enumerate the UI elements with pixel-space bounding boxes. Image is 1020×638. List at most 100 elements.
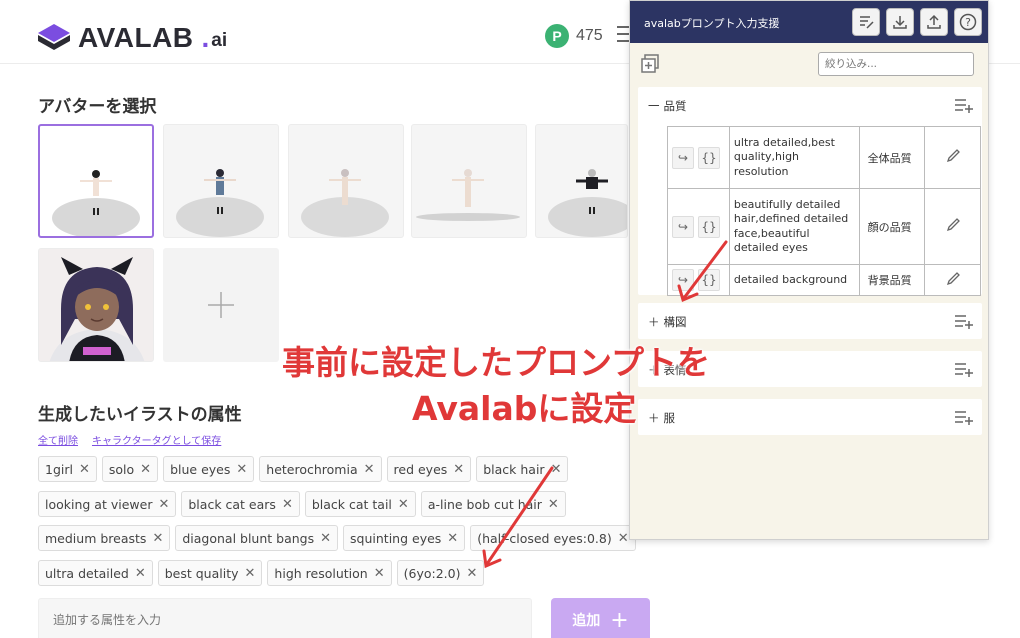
- prompt-table: ↪ {} ultra detailed,best quality,high re…: [667, 126, 981, 296]
- remove-tag-icon[interactable]: ✕: [135, 566, 146, 581]
- add-prompt-icon[interactable]: [954, 361, 974, 377]
- prompt-name: 顔の品質: [858, 188, 926, 265]
- remove-tag-icon[interactable]: ✕: [618, 531, 629, 546]
- prompt-row: ↪ {} detailed background 背景品質: [667, 264, 981, 296]
- avatar-tile-1[interactable]: [38, 124, 154, 238]
- tag-row-3: medium breasts ✕ diagonal blunt bangs ✕ sq…: [38, 525, 636, 551]
- attribute-tag: black cat ears ✕: [181, 491, 300, 517]
- remove-tag-icon[interactable]: ✕: [374, 566, 385, 581]
- remove-tag-icon[interactable]: ✕: [79, 462, 90, 477]
- hamburger-menu-icon[interactable]: [617, 26, 629, 44]
- add-category-icon[interactable]: [640, 54, 660, 74]
- avatar-model-3: [301, 169, 389, 237]
- attribute-tag: looking at viewer ✕: [38, 491, 177, 517]
- avatar-model-2: [176, 169, 264, 237]
- pencil-icon[interactable]: [945, 217, 961, 233]
- download-button[interactable]: [886, 8, 914, 36]
- panel-title: avalabプロンプト入力支援: [644, 17, 780, 30]
- avatar-tile-4[interactable]: [411, 124, 527, 238]
- remove-tag-icon[interactable]: ✕: [158, 497, 169, 512]
- remove-tag-icon[interactable]: ✕: [453, 462, 464, 477]
- tag-row-1: 1girl ✕ solo ✕ blue eyes ✕ heterochromia ✕ r…: [38, 456, 569, 482]
- avatar-model-5: [548, 169, 627, 237]
- attribute-tag: best quality ✕: [157, 560, 263, 586]
- attribute-tag: black hair ✕: [476, 456, 569, 482]
- avatar-tile-2[interactable]: [163, 124, 279, 238]
- braces-icon[interactable]: {}: [698, 146, 720, 169]
- upload-button[interactable]: [920, 8, 948, 36]
- plus-icon: [208, 292, 234, 318]
- attribute-input[interactable]: [38, 598, 532, 638]
- prompt-text: beautifully detailed hair,defined detail…: [728, 188, 860, 265]
- add-avatar-button[interactable]: [163, 248, 279, 362]
- add-prompt-icon[interactable]: [954, 97, 974, 113]
- attribute-tag: high resolution ✕: [267, 560, 392, 586]
- remove-tag-icon[interactable]: ✕: [466, 566, 477, 581]
- help-button[interactable]: ?: [954, 8, 982, 36]
- category-toggle-quality[interactable]: 一品質: [648, 98, 687, 114]
- attribute-tag: (half-closed eyes:0.8) ✕: [470, 525, 636, 551]
- remove-tag-icon[interactable]: ✕: [140, 462, 151, 477]
- category-toggle-clothes[interactable]: ＋服: [648, 410, 675, 426]
- attribute-tag: medium breasts ✕: [38, 525, 171, 551]
- tag-row-4: ultra detailed ✕ best quality ✕ high resol…: [38, 560, 485, 586]
- filter-input[interactable]: [818, 52, 974, 76]
- avatar-tile-character[interactable]: [38, 248, 154, 362]
- avatar-tile-3[interactable]: [288, 124, 404, 238]
- annotation-line-2: Avalabに設定: [412, 389, 637, 428]
- remove-tag-icon[interactable]: ✕: [551, 462, 562, 477]
- attribute-tag: solo ✕: [101, 456, 159, 482]
- braces-icon[interactable]: {}: [698, 269, 720, 291]
- remove-tag-icon[interactable]: ✕: [282, 497, 293, 512]
- edit-list-icon: [860, 16, 874, 29]
- points-value: 475: [576, 27, 603, 44]
- points-icon: P: [545, 24, 569, 48]
- category-composition: ＋構図: [638, 303, 982, 339]
- braces-icon[interactable]: {}: [698, 215, 720, 238]
- attribute-tag: squinting eyes ✕: [343, 525, 466, 551]
- pencil-icon[interactable]: [945, 271, 961, 287]
- attribute-tag: heterochromia ✕: [259, 456, 382, 482]
- svg-text:?: ?: [965, 16, 971, 29]
- add-prompt-icon[interactable]: [954, 313, 974, 329]
- tag-row-2: looking at viewer ✕ black cat ears ✕ black…: [38, 491, 566, 517]
- avatar-section-title: アバターを選択: [38, 97, 157, 117]
- help-icon: ?: [959, 13, 977, 31]
- attribute-links: 全て削除 キャラクタータグとして保存: [38, 432, 221, 447]
- attribute-tag: red eyes ✕: [386, 456, 472, 482]
- remove-tag-icon[interactable]: ✕: [447, 531, 458, 546]
- clear-all-link[interactable]: 全て削除: [38, 432, 78, 447]
- avalab-logo[interactable]: AVALAB. ai: [38, 22, 227, 54]
- remove-tag-icon[interactable]: ✕: [245, 566, 256, 581]
- add-attribute-button[interactable]: 追加 +: [551, 598, 650, 638]
- prompt-row: ↪ {} beautifully detailed hair,defined d…: [667, 188, 981, 265]
- edit-list-button[interactable]: [852, 8, 880, 36]
- attribute-tag: black cat tail ✕: [304, 491, 416, 517]
- logo-cube-icon: [38, 24, 70, 50]
- annotation-line-1: 事前に設定したプロンプトを: [282, 343, 711, 382]
- apply-prompt-icon[interactable]: ↪: [672, 146, 694, 169]
- plus-icon: +: [610, 607, 629, 633]
- pencil-icon[interactable]: [945, 148, 961, 164]
- avatar-tile-5[interactable]: [535, 124, 628, 238]
- remove-tag-icon[interactable]: ✕: [364, 462, 375, 477]
- panel-header: avalabプロンプト入力支援 ?: [630, 1, 988, 43]
- arrowhead-tags: [482, 549, 502, 569]
- add-prompt-icon[interactable]: [954, 409, 974, 425]
- category-toggle-composition[interactable]: ＋構図: [648, 314, 687, 330]
- apply-prompt-icon[interactable]: ↪: [672, 215, 694, 238]
- prompt-row: ↪ {} ultra detailed,best quality,high re…: [667, 126, 981, 189]
- remove-tag-icon[interactable]: ✕: [398, 497, 409, 512]
- points-display: P 475: [545, 24, 603, 48]
- remove-tag-icon[interactable]: ✕: [236, 462, 247, 477]
- remove-tag-icon[interactable]: ✕: [152, 531, 163, 546]
- apply-prompt-icon[interactable]: ↪: [672, 269, 694, 291]
- avatar-character-portrait: [39, 249, 153, 361]
- attribute-tag: blue eyes ✕: [163, 456, 255, 482]
- remove-tag-icon[interactable]: ✕: [548, 497, 559, 512]
- prompt-name: 全体品質: [858, 126, 926, 189]
- remove-tag-icon[interactable]: ✕: [320, 531, 331, 546]
- upload-icon: [927, 14, 941, 29]
- prompt-name: 背景品質: [858, 264, 926, 296]
- save-as-character-tag-link[interactable]: キャラクタータグとして保存: [92, 432, 221, 447]
